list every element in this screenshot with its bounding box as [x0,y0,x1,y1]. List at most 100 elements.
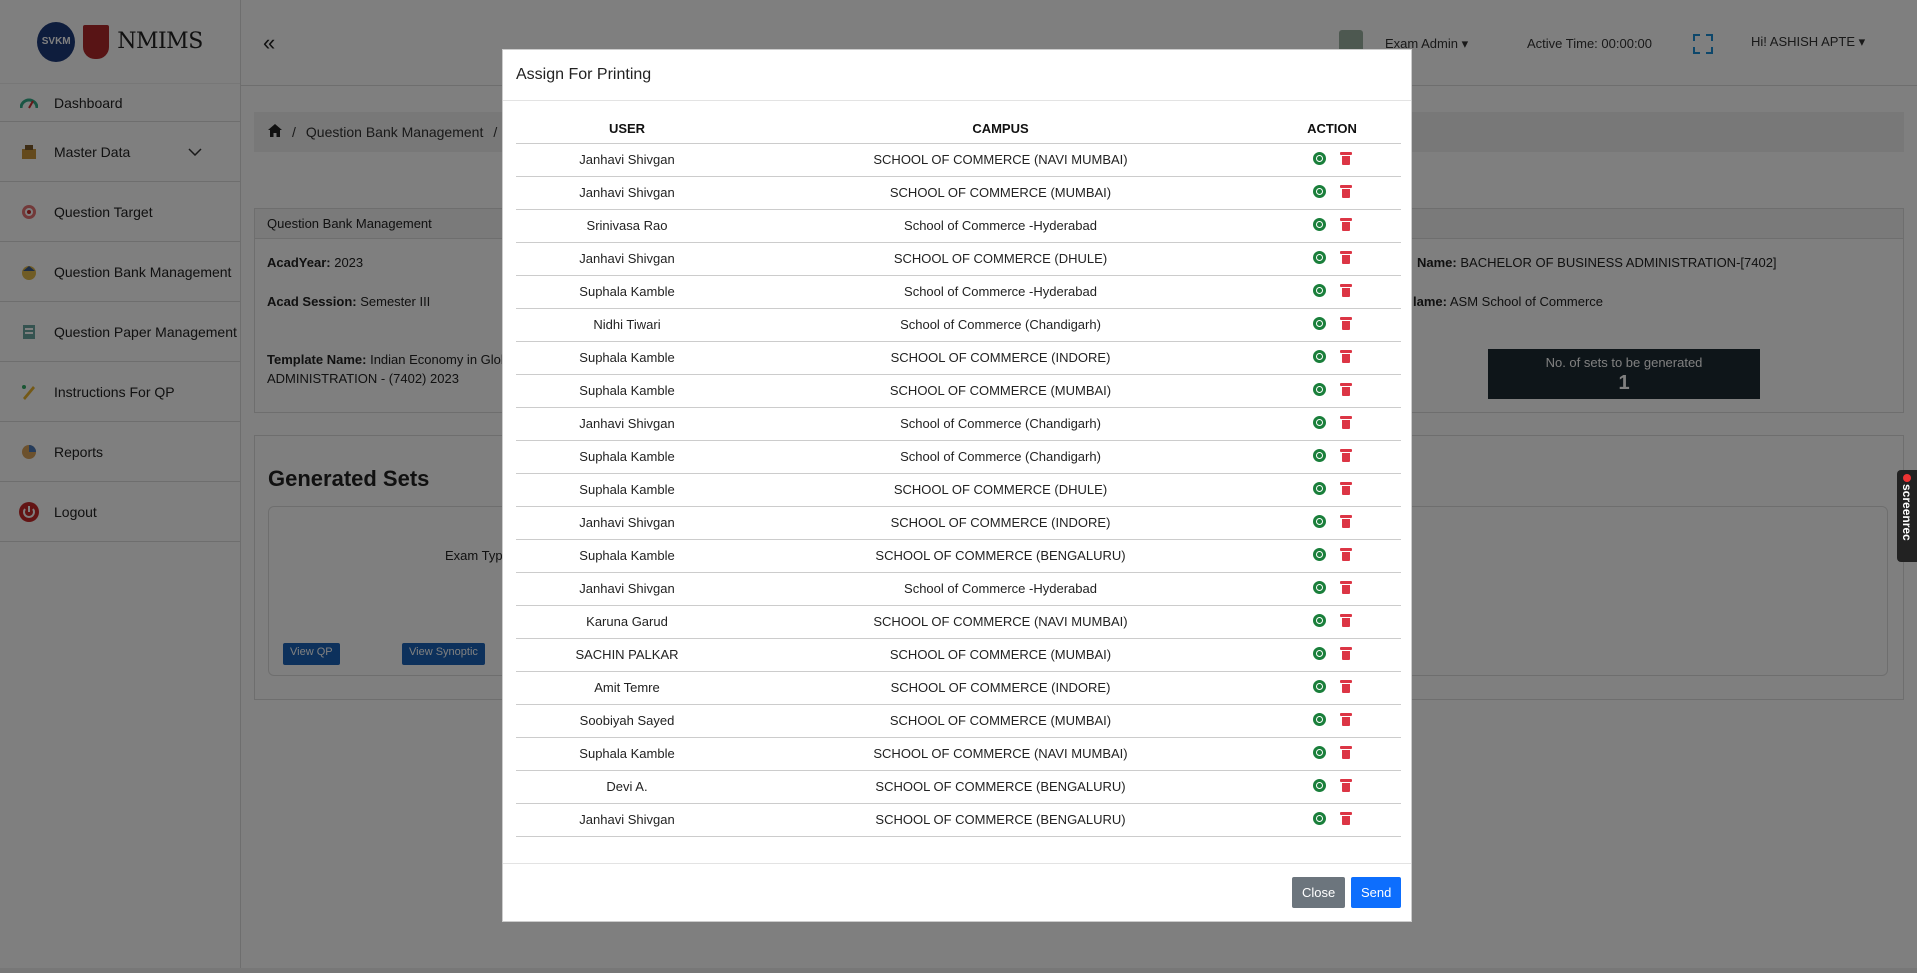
assign-table: USER CAMPUS ACTION Janhavi Shivgan SCHOOL… [516,115,1401,837]
action-cell [1263,539,1401,573]
table-row: Suphala Kamble SCHOOL OF COMMERCE (DHULE) [516,473,1401,507]
action-cell [1263,704,1401,738]
campus-cell: SCHOOL OF COMMERCE (NAVI MUMBAI) [738,737,1263,771]
user-cell: Janhavi Shivgan [516,572,738,606]
delete-trash-icon[interactable] [1340,448,1352,462]
select-radio-icon[interactable] [1313,481,1326,495]
screenrec-widget[interactable]: screenrec [1897,470,1917,562]
select-radio-icon[interactable] [1313,778,1326,792]
table-row: Janhavi Shivgan School of Commerce (Chand… [516,407,1401,441]
delete-trash-icon[interactable] [1340,283,1352,297]
record-icon [1903,474,1911,482]
delete-trash-icon[interactable] [1340,316,1352,330]
user-cell: Suphala Kamble [516,539,738,573]
action-cell [1263,176,1401,210]
user-cell: Suphala Kamble [516,275,738,309]
select-radio-icon[interactable] [1313,250,1326,264]
select-radio-icon[interactable] [1313,613,1326,627]
select-radio-icon[interactable] [1313,745,1326,759]
table-row: Janhavi Shivgan SCHOOL OF COMMERCE (INDOR… [516,506,1401,540]
send-button[interactable]: Send [1351,877,1402,908]
select-radio-icon[interactable] [1313,217,1326,231]
action-cell [1263,473,1401,507]
campus-cell: SCHOOL OF COMMERCE (MUMBAI) [738,176,1263,210]
select-radio-icon[interactable] [1313,349,1326,363]
campus-cell: SCHOOL OF COMMERCE (BENGALURU) [738,803,1263,837]
action-cell [1263,803,1401,837]
campus-cell: School of Commerce (Chandigarh) [738,308,1263,342]
delete-trash-icon[interactable] [1340,250,1352,264]
column-header-user: USER [516,115,738,144]
table-row: Amit Temre SCHOOL OF COMMERCE (INDORE) [516,671,1401,705]
campus-cell: School of Commerce (Chandigarh) [738,440,1263,474]
campus-cell: School of Commerce -Hyderabad [738,275,1263,309]
select-radio-icon[interactable] [1313,415,1326,429]
column-header-action: ACTION [1263,115,1401,144]
campus-cell: SCHOOL OF COMMERCE (INDORE) [738,506,1263,540]
table-row: Suphala Kamble School of Commerce -Hydera… [516,275,1401,309]
select-radio-icon[interactable] [1313,283,1326,297]
action-cell [1263,638,1401,672]
user-cell: Suphala Kamble [516,374,738,408]
action-cell [1263,374,1401,408]
screenrec-label: screenrec [1900,484,1914,541]
campus-cell: SCHOOL OF COMMERCE (MUMBAI) [738,638,1263,672]
assign-printing-modal: Assign For Printing USER CAMPUS ACTION J… [502,49,1412,922]
action-cell [1263,341,1401,375]
modal-footer: Close Send [503,863,1411,921]
delete-trash-icon[interactable] [1340,712,1352,726]
user-cell: Janhavi Shivgan [516,407,738,441]
select-radio-icon[interactable] [1313,547,1326,561]
delete-trash-icon[interactable] [1340,811,1352,825]
delete-trash-icon[interactable] [1340,646,1352,660]
campus-cell: SCHOOL OF COMMERCE (MUMBAI) [738,374,1263,408]
delete-trash-icon[interactable] [1340,745,1352,759]
action-cell [1263,407,1401,441]
delete-trash-icon[interactable] [1340,415,1352,429]
select-radio-icon[interactable] [1313,514,1326,528]
campus-cell: SCHOOL OF COMMERCE (INDORE) [738,671,1263,705]
table-header-row: USER CAMPUS ACTION [516,115,1401,144]
select-radio-icon[interactable] [1313,646,1326,660]
delete-trash-icon[interactable] [1340,778,1352,792]
table-row: Soobiyah Sayed SCHOOL OF COMMERCE (MUMBAI… [516,704,1401,738]
table-row: Suphala Kamble SCHOOL OF COMMERCE (MUMBAI… [516,374,1401,408]
delete-trash-icon[interactable] [1340,547,1352,561]
table-row: Janhavi Shivgan School of Commerce -Hyder… [516,572,1401,606]
close-button[interactable]: Close [1292,877,1346,908]
table-row: Devi A. SCHOOL OF COMMERCE (BENGALURU) [516,770,1401,804]
select-radio-icon[interactable] [1313,580,1326,594]
column-header-campus: CAMPUS [738,115,1263,144]
delete-trash-icon[interactable] [1340,580,1352,594]
campus-cell: SCHOOL OF COMMERCE (INDORE) [738,341,1263,375]
delete-trash-icon[interactable] [1340,679,1352,693]
table-row: Nidhi Tiwari School of Commerce (Chandiga… [516,308,1401,342]
action-cell [1263,209,1401,243]
select-radio-icon[interactable] [1313,184,1326,198]
delete-trash-icon[interactable] [1340,514,1352,528]
delete-trash-icon[interactable] [1340,151,1352,165]
delete-trash-icon[interactable] [1340,217,1352,231]
user-cell: Suphala Kamble [516,341,738,375]
assign-table-wrap: USER CAMPUS ACTION Janhavi Shivgan SCHOOL… [516,115,1401,837]
action-cell [1263,440,1401,474]
table-row: Janhavi Shivgan SCHOOL OF COMMERCE (BENGA… [516,803,1401,837]
campus-cell: School of Commerce (Chandigarh) [738,407,1263,441]
delete-trash-icon[interactable] [1340,349,1352,363]
delete-trash-icon[interactable] [1340,184,1352,198]
delete-trash-icon[interactable] [1340,481,1352,495]
delete-trash-icon[interactable] [1340,382,1352,396]
select-radio-icon[interactable] [1313,151,1326,165]
delete-trash-icon[interactable] [1340,613,1352,627]
select-radio-icon[interactable] [1313,382,1326,396]
select-radio-icon[interactable] [1313,811,1326,825]
select-radio-icon[interactable] [1313,316,1326,330]
action-cell [1263,605,1401,639]
action-cell [1263,143,1401,177]
select-radio-icon[interactable] [1313,679,1326,693]
modal-title: Assign For Printing [503,50,1411,101]
table-row: Karuna Garud SCHOOL OF COMMERCE (NAVI MUM… [516,605,1401,639]
select-radio-icon[interactable] [1313,712,1326,726]
campus-cell: SCHOOL OF COMMERCE (DHULE) [738,242,1263,276]
select-radio-icon[interactable] [1313,448,1326,462]
